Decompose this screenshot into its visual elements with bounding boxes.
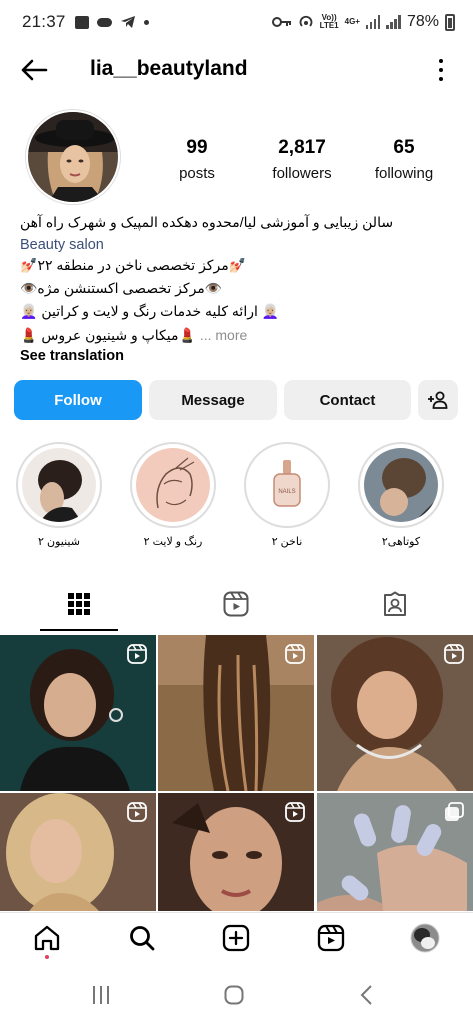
tab-reels[interactable]: [216, 586, 256, 622]
highlight-label: رنگ و لایت ۲: [143, 536, 203, 548]
cloud-icon: [96, 17, 112, 27]
profile-header: lia__beautyland: [0, 48, 473, 92]
search-icon: [130, 926, 155, 951]
notification-dot-icon: [143, 19, 149, 25]
grid-icon: [68, 593, 90, 615]
bio-line-2: 💅🏻مرکز تخصصی ناخن در منطقه ۲۲💅🏻: [20, 257, 247, 273]
following-count: 65: [393, 137, 415, 158]
nav-profile[interactable]: [410, 923, 440, 953]
back-button-icon[interactable]: [356, 984, 378, 1006]
highlight-item[interactable]: رنگ و لایت ۲: [127, 442, 219, 548]
battery-percent: 78%: [406, 13, 439, 30]
nav-home[interactable]: [32, 923, 62, 953]
followers-count: 2,817: [278, 137, 326, 158]
lte-label: LTE1: [319, 21, 339, 30]
reels-icon: [444, 644, 464, 664]
posts-stat: 99 posts: [170, 137, 224, 182]
nav-create[interactable]: [221, 923, 251, 953]
more-vertical-icon[interactable]: [437, 56, 445, 84]
active-tab-indicator: [40, 629, 118, 631]
reels-icon: [317, 924, 345, 952]
battery-icon: [445, 13, 455, 31]
highlight-item[interactable]: شینیون ۲: [13, 442, 105, 548]
bottom-navigation: [0, 912, 473, 966]
followers-label: followers: [272, 165, 332, 182]
highlight-item[interactable]: NAILS ناخن ۲: [241, 442, 333, 548]
hotspot-icon: [299, 15, 313, 27]
contact-button[interactable]: Contact: [284, 380, 411, 420]
reels-icon: [127, 802, 147, 822]
multi-photo-icon: [445, 802, 464, 821]
status-bar: 21:37 Vo)) LTE1 4G+ 78%: [0, 0, 473, 44]
bio-line-5-wrap: 💄میکاپ و شینیون عروس 💄 ... more: [20, 326, 247, 344]
tab-tagged[interactable]: [375, 586, 415, 622]
bio-line-3: 👁️مرکز تخصصی اکستنشن مژه👁️: [20, 280, 223, 296]
reels-icon: [285, 802, 305, 822]
recent-apps-icon[interactable]: [90, 984, 112, 1006]
tab-grid[interactable]: [59, 586, 99, 622]
post-thumbnail[interactable]: [0, 793, 156, 911]
bio-line-4: 👩🏼‍🦳 ارائه کلیه خدمات رنگ و لایت و کراتی…: [20, 303, 280, 319]
key-icon: [271, 17, 291, 27]
message-button[interactable]: Message: [149, 380, 277, 420]
posts-count: 99: [186, 137, 208, 158]
highlight-label: ناخن ۲: [271, 536, 303, 548]
profile-avatar[interactable]: [26, 110, 120, 204]
post-thumbnail[interactable]: [0, 635, 156, 791]
avatar: [410, 923, 440, 953]
system-navigation-bar: [0, 966, 473, 1024]
nav-search[interactable]: [127, 923, 157, 953]
reels-icon: [127, 644, 147, 664]
highlight-label: شینیون ۲: [38, 536, 80, 548]
status-time: 21:37: [22, 12, 66, 31]
bio-category[interactable]: Beauty salon: [20, 236, 104, 254]
person-add-icon: [428, 391, 448, 409]
nav-reels[interactable]: [316, 923, 346, 953]
highlight-label: کوتاهی۲: [381, 536, 421, 548]
bio-line-1: سالن زیبایی و آموزشی لیا/محدوه دهکده الم…: [20, 214, 394, 230]
plus-square-icon: [222, 924, 250, 952]
tagged-icon: [384, 591, 406, 616]
arrow-left-icon[interactable]: [18, 54, 50, 86]
reels-icon: [285, 644, 305, 664]
post-thumbnail[interactable]: [158, 635, 314, 791]
gallery-notification-icon: [74, 15, 89, 29]
posts-label: posts: [179, 165, 215, 182]
telegram-icon: [120, 16, 135, 28]
home-icon: [34, 925, 60, 951]
network-4g-label: 4G+: [344, 17, 360, 26]
followers-stat[interactable]: 2,817 followers: [262, 137, 342, 182]
signal-icon: [365, 15, 381, 29]
home-button-icon[interactable]: [223, 984, 245, 1006]
following-stat[interactable]: 65 following: [366, 137, 442, 182]
reels-icon: [223, 591, 249, 617]
post-thumbnail[interactable]: [158, 793, 314, 911]
post-thumbnail[interactable]: [317, 635, 473, 791]
profile-username: lia__beautyland: [90, 57, 248, 80]
nail-bottle-label: NAILS: [278, 489, 295, 495]
add-user-button[interactable]: [418, 380, 458, 420]
bio-line-5: 💄میکاپ و شینیون عروس 💄: [20, 327, 196, 343]
highlight-item[interactable]: کوتاهی۲: [355, 442, 447, 548]
post-thumbnail[interactable]: [317, 793, 473, 911]
following-label: following: [374, 165, 434, 182]
notification-dot: [45, 955, 49, 959]
follow-button[interactable]: Follow: [14, 380, 142, 420]
bio-more-link[interactable]: ... more: [200, 327, 247, 343]
signal-icon-2: [386, 15, 401, 29]
see-translation-link[interactable]: See translation: [20, 347, 124, 365]
